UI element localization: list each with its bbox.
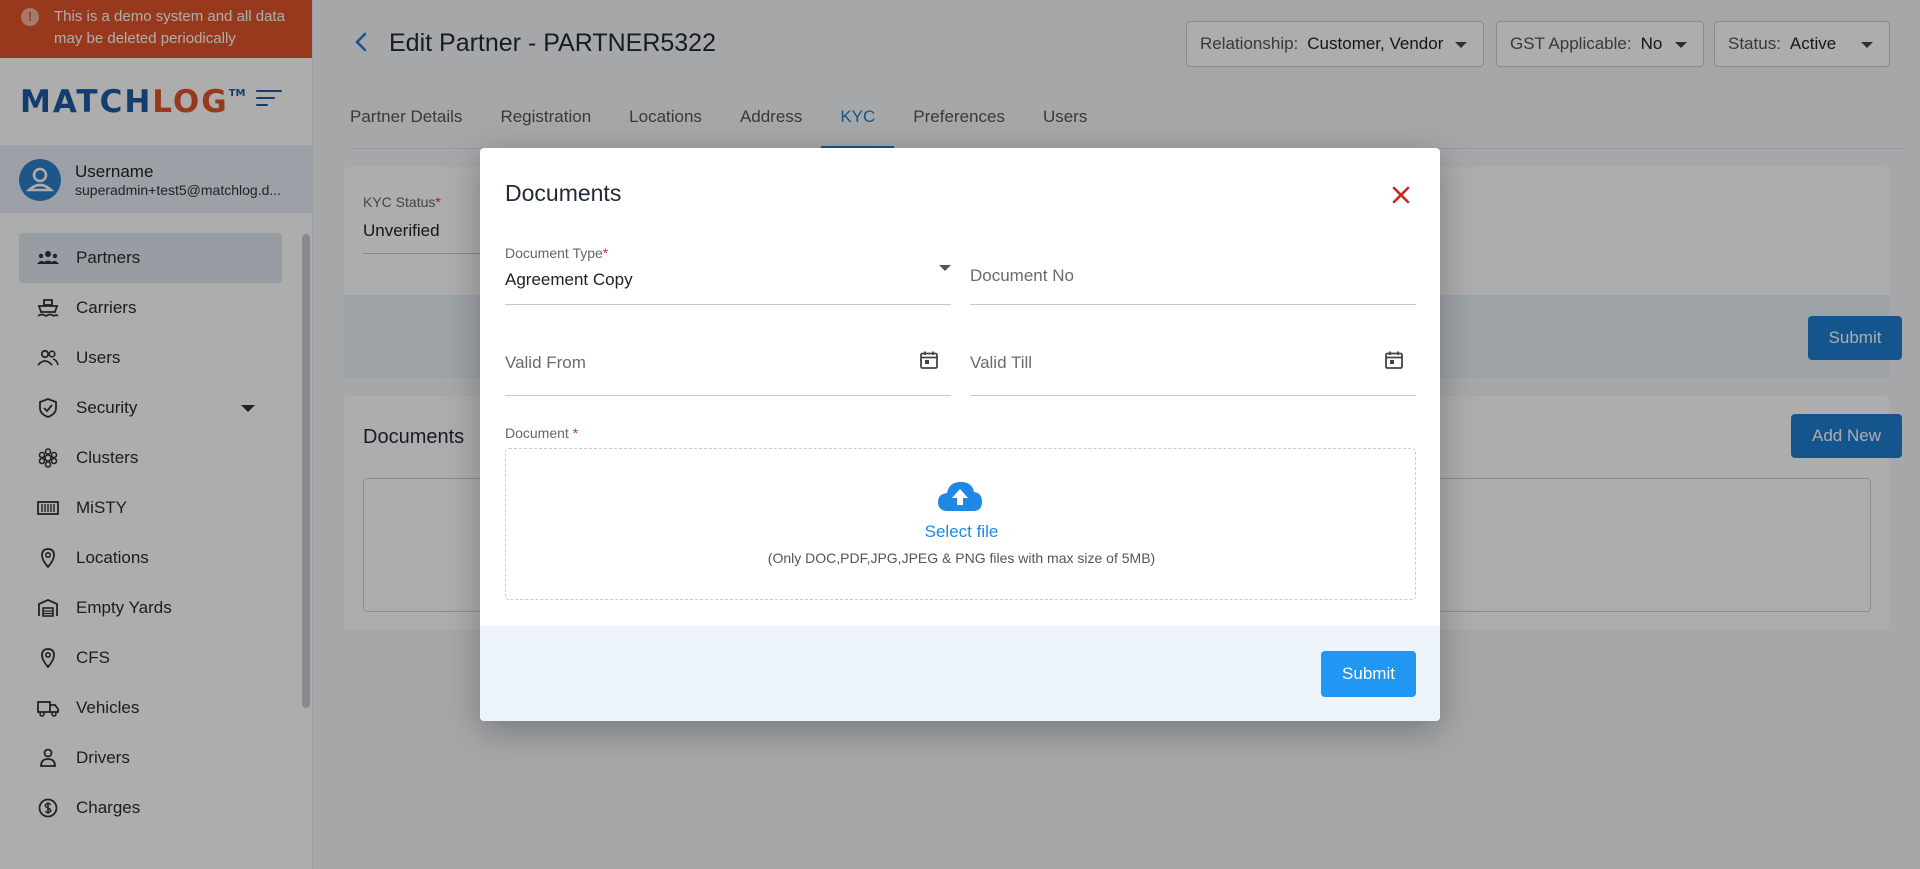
document-type-value: Agreement Copy [505,270,633,289]
documents-modal: Documents Document Type* Agreement Copy … [480,148,1440,721]
modal-title: Documents [505,180,622,206]
document-no-field[interactable]: Document No [970,245,1416,305]
valid-from-placeholder: Valid From [505,353,586,372]
required-marker: * [602,245,609,261]
valid-from-field[interactable]: Valid From [505,336,951,396]
close-icon[interactable] [1388,182,1414,208]
modal-submit-button[interactable]: Submit [1321,651,1416,697]
document-label-text: Document [505,425,569,441]
chevron-down-icon [939,265,951,271]
select-file-link[interactable]: Select file [506,522,1417,542]
cloud-upload-icon[interactable] [936,479,984,513]
document-type-label-text: Document Type [505,245,603,261]
file-dropzone[interactable]: Select file (Only DOC,PDF,JPG,JPEG & PNG… [505,448,1416,600]
valid-till-field[interactable]: Valid Till [970,336,1416,396]
valid-till-placeholder: Valid Till [970,353,1033,372]
required-marker: * [572,425,579,441]
document-no-placeholder: Document No [970,266,1074,285]
document-label: Document * [505,425,578,441]
file-type-hint: (Only DOC,PDF,JPG,JPEG & PNG files with … [767,550,1156,566]
document-type-label: Document Type* [505,245,608,261]
modal-footer [480,626,1440,721]
calendar-icon[interactable] [919,350,939,370]
calendar-icon[interactable] [1384,350,1404,370]
document-type-select[interactable]: Document Type* Agreement Copy [505,245,951,305]
